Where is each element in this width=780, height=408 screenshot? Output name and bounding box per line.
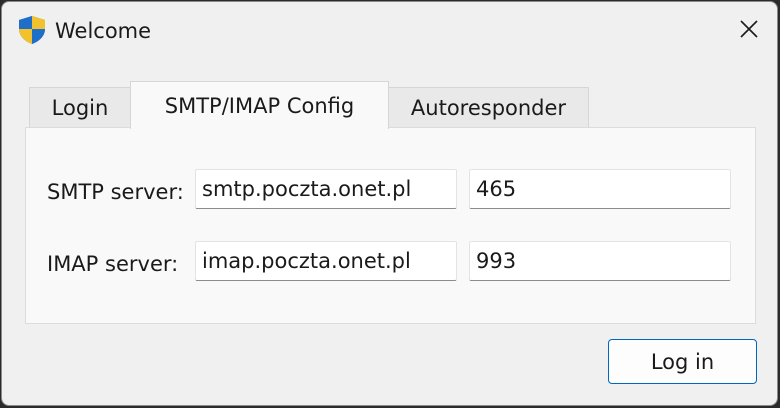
login-button[interactable]: Log in bbox=[608, 339, 757, 384]
tab-label: Login bbox=[51, 95, 109, 120]
smtp-host-input[interactable] bbox=[195, 169, 457, 209]
close-icon bbox=[739, 19, 759, 43]
dialog-window: Welcome Login SMTP/IMAP Config Autorespo… bbox=[1, 1, 778, 406]
tab-smtp-imap-config[interactable]: SMTP/IMAP Config bbox=[130, 81, 389, 129]
uac-shield-icon bbox=[17, 15, 47, 45]
tab-autoresponder[interactable]: Autoresponder bbox=[388, 87, 589, 127]
smtp-server-label: SMTP server: bbox=[47, 180, 184, 204]
smtp-port-input[interactable] bbox=[469, 169, 731, 209]
tab-panel bbox=[25, 127, 756, 324]
imap-port-input[interactable] bbox=[469, 241, 731, 281]
title-bar: Welcome bbox=[2, 2, 777, 60]
imap-server-label: IMAP server: bbox=[47, 252, 179, 276]
window-title: Welcome bbox=[55, 19, 152, 43]
imap-host-input[interactable] bbox=[195, 241, 457, 281]
tab-label: SMTP/IMAP Config bbox=[164, 93, 355, 118]
tab-login[interactable]: Login bbox=[29, 87, 131, 127]
tab-label: Autoresponder bbox=[410, 95, 567, 120]
close-button[interactable] bbox=[721, 2, 777, 60]
